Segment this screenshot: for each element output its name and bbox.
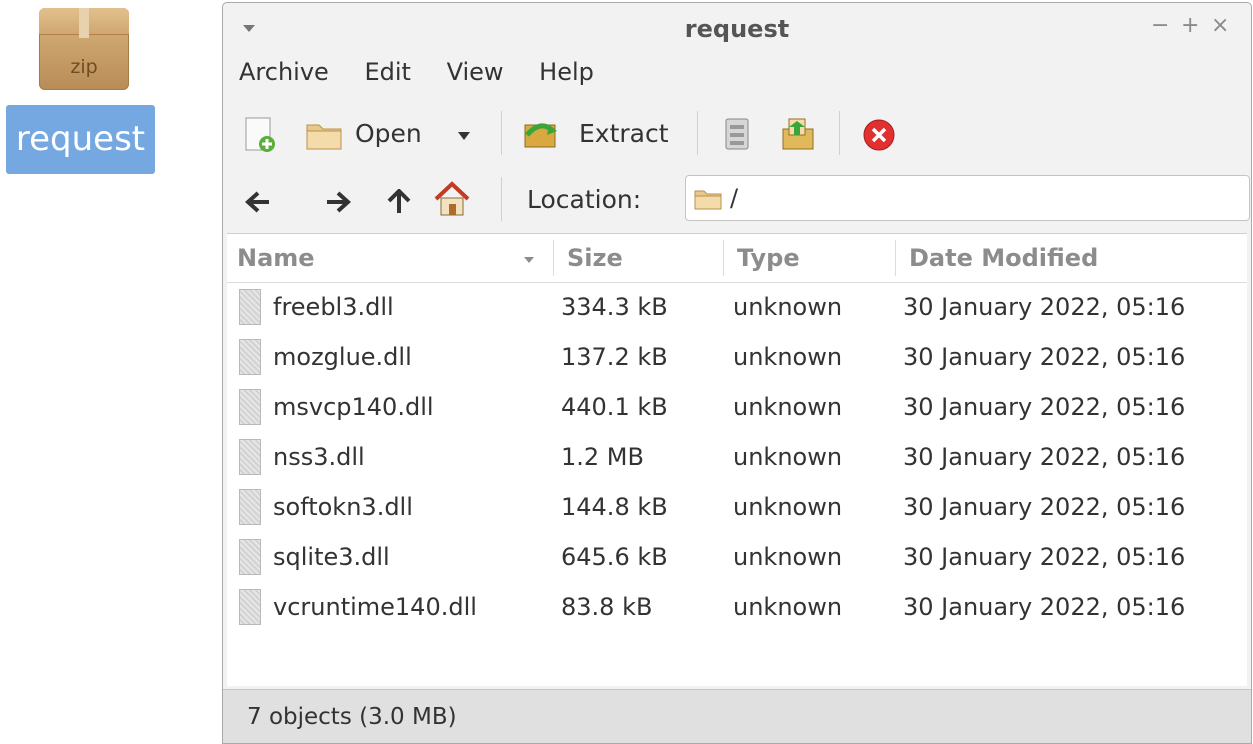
file-icon (239, 389, 261, 425)
file-name: sqlite3.dll (273, 543, 390, 571)
column-header-size[interactable]: Size (567, 244, 623, 272)
new-archive-icon[interactable] (243, 117, 277, 153)
folder-icon (694, 190, 722, 210)
file-date: 30 January 2022, 05:16 (903, 443, 1186, 471)
file-type: unknown (733, 593, 843, 621)
file-size: 440.1 kB (561, 393, 668, 421)
menu-edit[interactable]: Edit (364, 58, 410, 86)
sort-descending-icon[interactable] (523, 256, 535, 264)
menu-help[interactable]: Help (539, 58, 594, 86)
file-row[interactable]: softokn3.dll 144.8 kB unknown 30 January… (227, 483, 1247, 533)
file-type: unknown (733, 493, 843, 521)
extract-icon[interactable] (521, 117, 561, 153)
file-name: softokn3.dll (273, 493, 413, 521)
archive-properties-icon[interactable] (721, 117, 753, 153)
file-icon (239, 489, 261, 525)
file-icon (239, 289, 261, 325)
archive-manager-window: request − + × Archive Edit View Help Ope… (222, 2, 1252, 744)
file-name: nss3.dll (273, 443, 365, 471)
file-type: unknown (733, 393, 843, 421)
file-type: unknown (733, 343, 843, 371)
zip-archive-icon: zip (39, 8, 129, 90)
up-arrow-icon[interactable] (387, 189, 411, 215)
desktop-archive-icon[interactable]: zip request (6, 6, 156, 176)
file-list: Name Size Type Date Modified freebl3.dll… (227, 233, 1247, 686)
file-date: 30 January 2022, 05:16 (903, 393, 1186, 421)
file-row[interactable]: freebl3.dll 334.3 kB unknown 30 January … (227, 283, 1247, 333)
box-tape (79, 8, 89, 38)
zip-badge-label: zip (70, 56, 98, 78)
file-icon (239, 339, 261, 375)
file-name: vcruntime140.dll (273, 593, 477, 621)
file-size: 645.6 kB (561, 543, 668, 571)
file-date: 30 January 2022, 05:16 (903, 543, 1186, 571)
toolbar-separator (501, 111, 502, 155)
status-bar: 7 objects (3.0 MB) (223, 689, 1251, 743)
file-date: 30 January 2022, 05:16 (903, 293, 1186, 321)
file-type: unknown (733, 443, 843, 471)
column-separator (723, 240, 724, 276)
home-icon[interactable] (433, 181, 471, 217)
file-row[interactable]: nss3.dll 1.2 MB unknown 30 January 2022,… (227, 433, 1247, 483)
file-row[interactable]: sqlite3.dll 645.6 kB unknown 30 January … (227, 533, 1247, 583)
extract-button[interactable]: Extract (579, 119, 669, 148)
status-text: 7 objects (3.0 MB) (247, 704, 457, 730)
file-type: unknown (733, 543, 843, 571)
desktop-icon-label: request (6, 105, 155, 174)
file-date: 30 January 2022, 05:16 (903, 343, 1186, 371)
folder-open-icon[interactable] (305, 119, 343, 151)
file-size: 334.3 kB (561, 293, 668, 321)
close-button[interactable]: × (1211, 13, 1229, 38)
file-row[interactable]: msvcp140.dll 440.1 kB unknown 30 January… (227, 383, 1247, 433)
minimize-button[interactable]: − (1151, 13, 1169, 38)
column-separator (553, 240, 554, 276)
file-icon (239, 439, 261, 475)
file-icon (239, 589, 261, 625)
location-label: Location: (527, 185, 642, 214)
open-button[interactable]: Open (355, 119, 422, 148)
column-header-type[interactable]: Type (737, 244, 800, 272)
column-header-name[interactable]: Name (237, 244, 315, 272)
file-row[interactable]: mozglue.dll 137.2 kB unknown 30 January … (227, 333, 1247, 383)
column-header-row: Name Size Type Date Modified (227, 234, 1247, 283)
title-bar[interactable]: request − + × (223, 3, 1251, 55)
file-size: 137.2 kB (561, 343, 668, 371)
file-name: msvcp140.dll (273, 393, 434, 421)
menu-bar: Archive Edit View Help (239, 58, 622, 86)
file-size: 1.2 MB (561, 443, 644, 471)
add-files-icon[interactable] (779, 115, 819, 153)
maximize-button[interactable]: + (1181, 13, 1199, 38)
back-arrow-icon[interactable] (245, 191, 271, 213)
stop-icon[interactable] (861, 117, 897, 153)
file-row[interactable]: vcruntime140.dll 83.8 kB unknown 30 Janu… (227, 583, 1247, 633)
menu-archive[interactable]: Archive (239, 58, 329, 86)
file-size: 144.8 kB (561, 493, 668, 521)
main-toolbar: Open Extract (239, 105, 1239, 165)
forward-arrow-icon[interactable] (325, 191, 351, 213)
file-type: unknown (733, 293, 843, 321)
column-separator (895, 240, 896, 276)
menu-view[interactable]: View (447, 58, 504, 86)
toolbar-separator (839, 111, 840, 155)
file-name: mozglue.dll (273, 343, 412, 371)
file-icon (239, 539, 261, 575)
file-size: 83.8 kB (561, 593, 653, 621)
location-value: / (730, 184, 739, 212)
column-header-date[interactable]: Date Modified (909, 244, 1098, 272)
file-name: freebl3.dll (273, 293, 394, 321)
location-field[interactable]: / (685, 175, 1250, 221)
toolbar-separator (697, 111, 698, 155)
file-date: 30 January 2022, 05:16 (903, 493, 1186, 521)
window-title: request (684, 15, 790, 43)
file-date: 30 January 2022, 05:16 (903, 593, 1186, 621)
navigation-toolbar: Location: / (239, 171, 1250, 231)
open-dropdown-icon[interactable] (457, 131, 471, 141)
toolbar-separator (501, 177, 502, 221)
